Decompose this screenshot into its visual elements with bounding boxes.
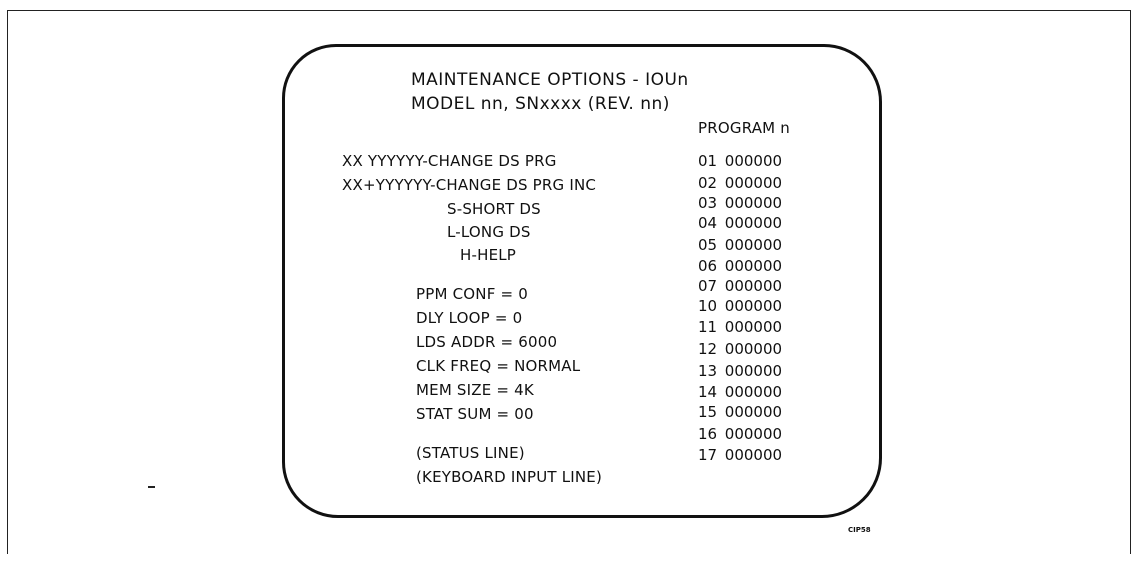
program-row-addr: 04 [698, 214, 718, 232]
program-row-value: 000000 [724, 174, 783, 192]
setting-ppm-conf: PPM CONF = 0 [416, 285, 528, 303]
program-row: 15 000000 [698, 405, 782, 420]
program-row-addr: 02 [698, 174, 718, 192]
status-line: (STATUS LINE) [416, 444, 525, 462]
program-row-value: 000000 [724, 214, 783, 232]
program-row: 10 000000 [698, 299, 782, 314]
setting-mem-size: MEM SIZE = 4K [416, 381, 534, 399]
setting-clk-freq: CLK FREQ = NORMAL [416, 357, 581, 375]
program-row: 16 000000 [698, 427, 782, 442]
program-row-value: 000000 [724, 152, 783, 170]
program-row: 03 000000 [698, 196, 782, 211]
program-row-addr: 03 [698, 194, 718, 212]
scan-artifact-dash [148, 486, 155, 488]
model-line: MODEL nn, SNxxxx (REV. nn) [411, 94, 670, 114]
program-row-value: 000000 [724, 257, 783, 275]
screen-title: MAINTENANCE OPTIONS - IOUn [411, 70, 689, 90]
program-row-addr: 06 [698, 257, 718, 275]
program-header: PROGRAM n [698, 119, 790, 137]
program-row-addr: 12 [698, 340, 718, 358]
program-row: 04 000000 [698, 216, 782, 231]
program-row: 07 000000 [698, 279, 782, 294]
program-row-addr: 10 [698, 297, 718, 315]
program-row-addr: 11 [698, 318, 718, 336]
program-row: 05 000000 [698, 238, 782, 253]
program-row: 13 000000 [698, 364, 782, 379]
program-row-addr: 05 [698, 236, 718, 254]
program-row: 17 000000 [698, 448, 782, 463]
program-row-addr: 16 [698, 425, 718, 443]
keyboard-input-line[interactable]: (KEYBOARD INPUT LINE) [416, 470, 602, 485]
program-row-value: 000000 [724, 425, 783, 443]
program-row: 06 000000 [698, 259, 782, 274]
program-row-value: 000000 [724, 194, 783, 212]
command-short-ds: S-SHORT DS [447, 200, 541, 218]
crt-screen-outline [282, 44, 882, 518]
program-row: 02 000000 [698, 176, 782, 191]
program-row: 12 000000 [698, 342, 782, 357]
setting-dly-loop: DLY LOOP = 0 [416, 309, 523, 327]
program-row-addr: 01 [698, 152, 718, 170]
program-row-value: 000000 [724, 277, 783, 295]
program-row-addr: 14 [698, 383, 718, 401]
program-row-value: 000000 [724, 236, 783, 254]
program-row-value: 000000 [724, 362, 783, 380]
program-row-value: 000000 [724, 318, 783, 336]
command-change-ds-prg-inc: XX+YYYYYY-CHANGE DS PRG INC [342, 176, 597, 194]
setting-lds-addr: LDS ADDR = 6000 [416, 333, 558, 351]
program-row-addr: 13 [698, 362, 718, 380]
program-row-addr: 07 [698, 277, 718, 295]
figure-code: CIP58 [848, 526, 871, 534]
program-row-addr: 17 [698, 446, 718, 464]
program-row-value: 000000 [724, 403, 783, 421]
program-row: 01 000000 [698, 154, 782, 169]
program-row-value: 000000 [724, 340, 783, 358]
command-help: H-HELP [460, 246, 517, 264]
setting-stat-sum: STAT SUM = 00 [416, 405, 534, 423]
command-change-ds-prg: XX YYYYYY-CHANGE DS PRG [342, 152, 557, 170]
command-long-ds: L-LONG DS [447, 223, 531, 241]
program-row-value: 000000 [724, 446, 783, 464]
program-row: 14 000000 [698, 385, 782, 400]
program-row-value: 000000 [724, 297, 783, 315]
program-row-value: 000000 [724, 383, 783, 401]
program-row: 11 000000 [698, 320, 782, 335]
program-row-addr: 15 [698, 403, 718, 421]
